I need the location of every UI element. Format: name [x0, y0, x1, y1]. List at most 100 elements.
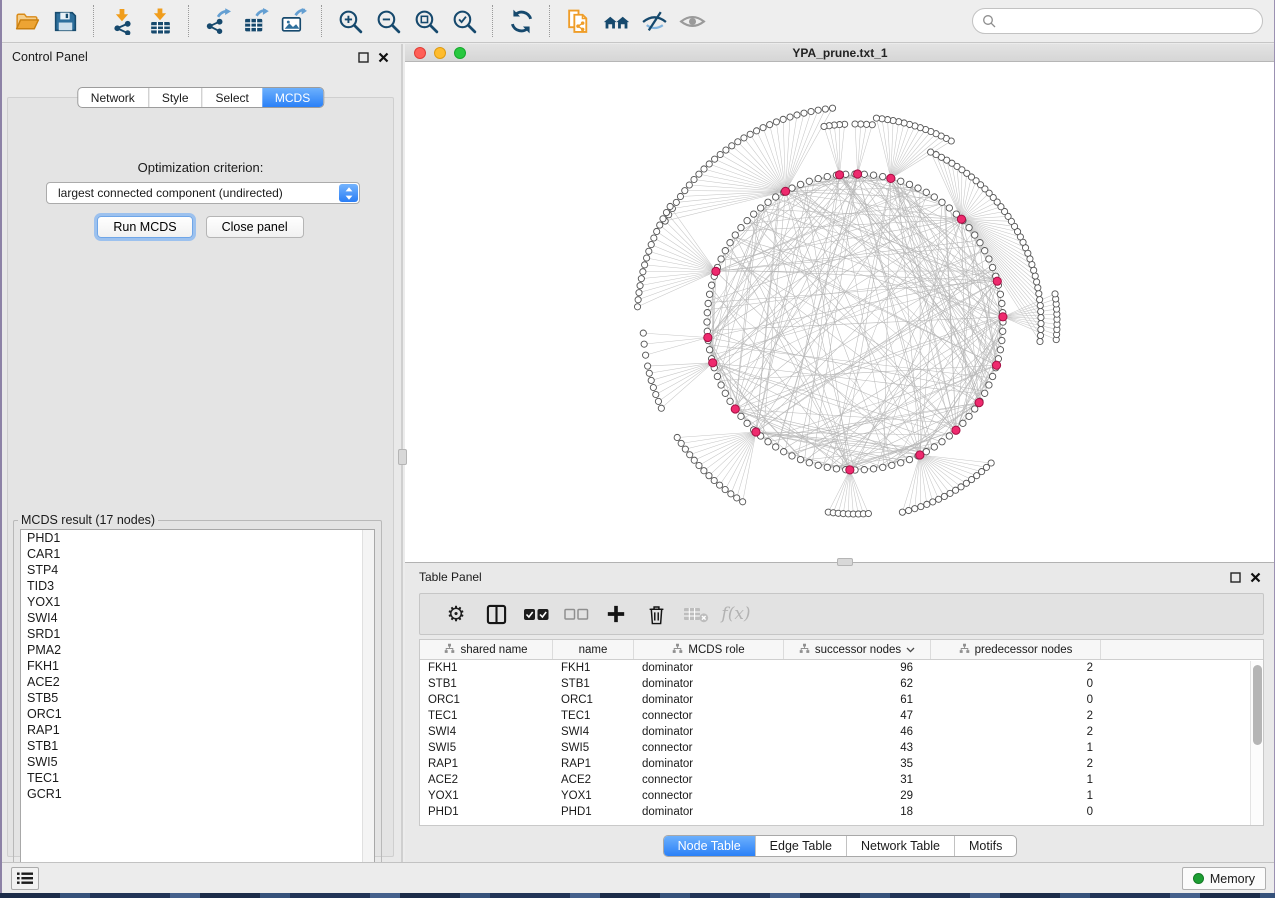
search-field[interactable]: [972, 8, 1263, 34]
network-graph[interactable]: [405, 62, 1275, 562]
table-row[interactable]: PHD1PHD1dominator180: [420, 804, 1263, 820]
memory-label: Memory: [1210, 872, 1255, 886]
table-row[interactable]: SWI5SWI5connector431: [420, 740, 1263, 756]
zoom-selected-button[interactable]: [445, 3, 483, 39]
table-row[interactable]: TEC1TEC1connector472: [420, 708, 1263, 724]
search-input[interactable]: [996, 14, 1262, 28]
table-cell: dominator: [634, 756, 784, 772]
import-table-button[interactable]: [141, 3, 179, 39]
scrollbar-thumb[interactable]: [1253, 665, 1262, 745]
zoom-fit-button[interactable]: [407, 3, 445, 39]
splitter-handle-vertical[interactable]: [398, 449, 407, 465]
mcds-result-item[interactable]: STB1: [21, 738, 374, 754]
table-row[interactable]: FKH1FKH1dominator962: [420, 660, 1263, 676]
table-cell: TEC1: [420, 708, 553, 724]
table-row[interactable]: ACE2ACE2connector311: [420, 772, 1263, 788]
import-network-button[interactable]: [103, 3, 141, 39]
mcds-result-item[interactable]: GCR1: [21, 786, 374, 802]
column-header-successor-nodes[interactable]: successor nodes: [784, 640, 931, 659]
splitter-handle-horizontal[interactable]: [837, 558, 853, 566]
table-cell: dominator: [634, 692, 784, 708]
memory-button[interactable]: Memory: [1182, 867, 1266, 890]
clone-network-button[interactable]: [559, 3, 597, 39]
trash-icon: [647, 604, 666, 625]
houses-icon: [603, 8, 630, 35]
mcds-result-item[interactable]: FKH1: [21, 658, 374, 674]
mcds-result-item[interactable]: CAR1: [21, 546, 374, 562]
export-network-button[interactable]: [198, 3, 236, 39]
tab-select[interactable]: Select: [202, 88, 262, 107]
search-icon: [982, 14, 996, 28]
hide-selected-button[interactable]: [635, 3, 673, 39]
save-session-button[interactable]: [46, 3, 84, 39]
table-row[interactable]: YOX1YOX1connector291: [420, 788, 1263, 804]
tab-network-table[interactable]: Network Table: [846, 836, 954, 856]
mcds-result-item[interactable]: STP4: [21, 562, 374, 578]
mcds-result-item[interactable]: ORC1: [21, 706, 374, 722]
close-panel-icon[interactable]: [378, 52, 389, 63]
tab-motifs[interactable]: Motifs: [954, 836, 1016, 856]
column-header-MCDS-role[interactable]: MCDS role: [634, 640, 784, 659]
mcds-result-item[interactable]: TID3: [21, 578, 374, 594]
column-header-shared-name[interactable]: shared name: [420, 640, 553, 659]
table-row[interactable]: ORC1ORC1dominator610: [420, 692, 1263, 708]
export-table-button[interactable]: [236, 3, 274, 39]
float-panel-icon[interactable]: [358, 52, 369, 63]
mcds-result-item[interactable]: STB5: [21, 690, 374, 706]
table-row[interactable]: SWI4SWI4dominator462: [420, 724, 1263, 740]
close-panel-icon[interactable]: [1250, 572, 1261, 583]
table-cell: dominator: [634, 660, 784, 676]
function-builder-button[interactable]: f(x): [716, 596, 756, 632]
tab-mcds[interactable]: MCDS: [262, 88, 323, 107]
refresh-button[interactable]: [502, 3, 540, 39]
delete-table-button[interactable]: [676, 596, 716, 632]
float-panel-icon[interactable]: [1230, 572, 1241, 583]
panel-menu-button[interactable]: [11, 867, 39, 890]
delete-table-icon: [683, 605, 709, 623]
show-columns-button[interactable]: [476, 596, 516, 632]
export-image-button[interactable]: [274, 3, 312, 39]
mcds-list-scrollbar[interactable]: [362, 530, 374, 882]
toolbar-separator: [93, 5, 94, 37]
show-all-button[interactable]: [673, 3, 711, 39]
open-file-button[interactable]: [8, 3, 46, 39]
zoom-in-button[interactable]: [331, 3, 369, 39]
table-cell: dominator: [634, 724, 784, 740]
tab-network[interactable]: Network: [78, 88, 148, 107]
run-mcds-button[interactable]: Run MCDS: [97, 216, 192, 238]
mcds-result-item[interactable]: PMA2: [21, 642, 374, 658]
add-column-button[interactable]: [596, 596, 636, 632]
network-window-titlebar[interactable]: YPA_prune.txt_1: [405, 44, 1275, 62]
close-panel-button[interactable]: Close panel: [206, 216, 304, 238]
tab-node-table[interactable]: Node Table: [664, 836, 755, 856]
delete-column-button[interactable]: [636, 596, 676, 632]
table-cell: connector: [634, 772, 784, 788]
table-cell: 35: [784, 756, 931, 772]
deselect-all-rows-button[interactable]: [556, 596, 596, 632]
network-canvas[interactable]: [405, 62, 1275, 562]
column-header-name[interactable]: name: [553, 640, 634, 659]
tab-edge-table[interactable]: Edge Table: [755, 836, 846, 856]
tree-icon: [799, 643, 810, 657]
table-row[interactable]: RAP1RAP1dominator352: [420, 756, 1263, 772]
zoom-out-button[interactable]: [369, 3, 407, 39]
select-all-rows-button[interactable]: [516, 596, 556, 632]
table-scrollbar[interactable]: [1250, 661, 1263, 825]
mcds-result-item[interactable]: PHD1: [21, 530, 374, 546]
mcds-result-item[interactable]: SWI5: [21, 754, 374, 770]
tab-style[interactable]: Style: [148, 88, 202, 107]
optimization-criterion-dropdown[interactable]: largest connected component (undirected): [46, 182, 360, 204]
table-settings-button[interactable]: ⚙: [436, 596, 476, 632]
table-row[interactable]: STB1STB1dominator620: [420, 676, 1263, 692]
mcds-result-list[interactable]: PHD1CAR1STP4TID3YOX1SWI4SRD1PMA2FKH1ACE2…: [20, 529, 375, 883]
mcds-result-item[interactable]: TEC1: [21, 770, 374, 786]
mcds-result-item[interactable]: SWI4: [21, 610, 374, 626]
mcds-result-item[interactable]: ACE2: [21, 674, 374, 690]
export-network-icon: [204, 8, 231, 35]
mcds-result-item[interactable]: SRD1: [21, 626, 374, 642]
mcds-result-item[interactable]: RAP1: [21, 722, 374, 738]
toolbar-separator: [321, 5, 322, 37]
mcds-result-item[interactable]: YOX1: [21, 594, 374, 610]
first-neighbors-button[interactable]: [597, 3, 635, 39]
column-header-predecessor-nodes[interactable]: predecessor nodes: [931, 640, 1101, 659]
